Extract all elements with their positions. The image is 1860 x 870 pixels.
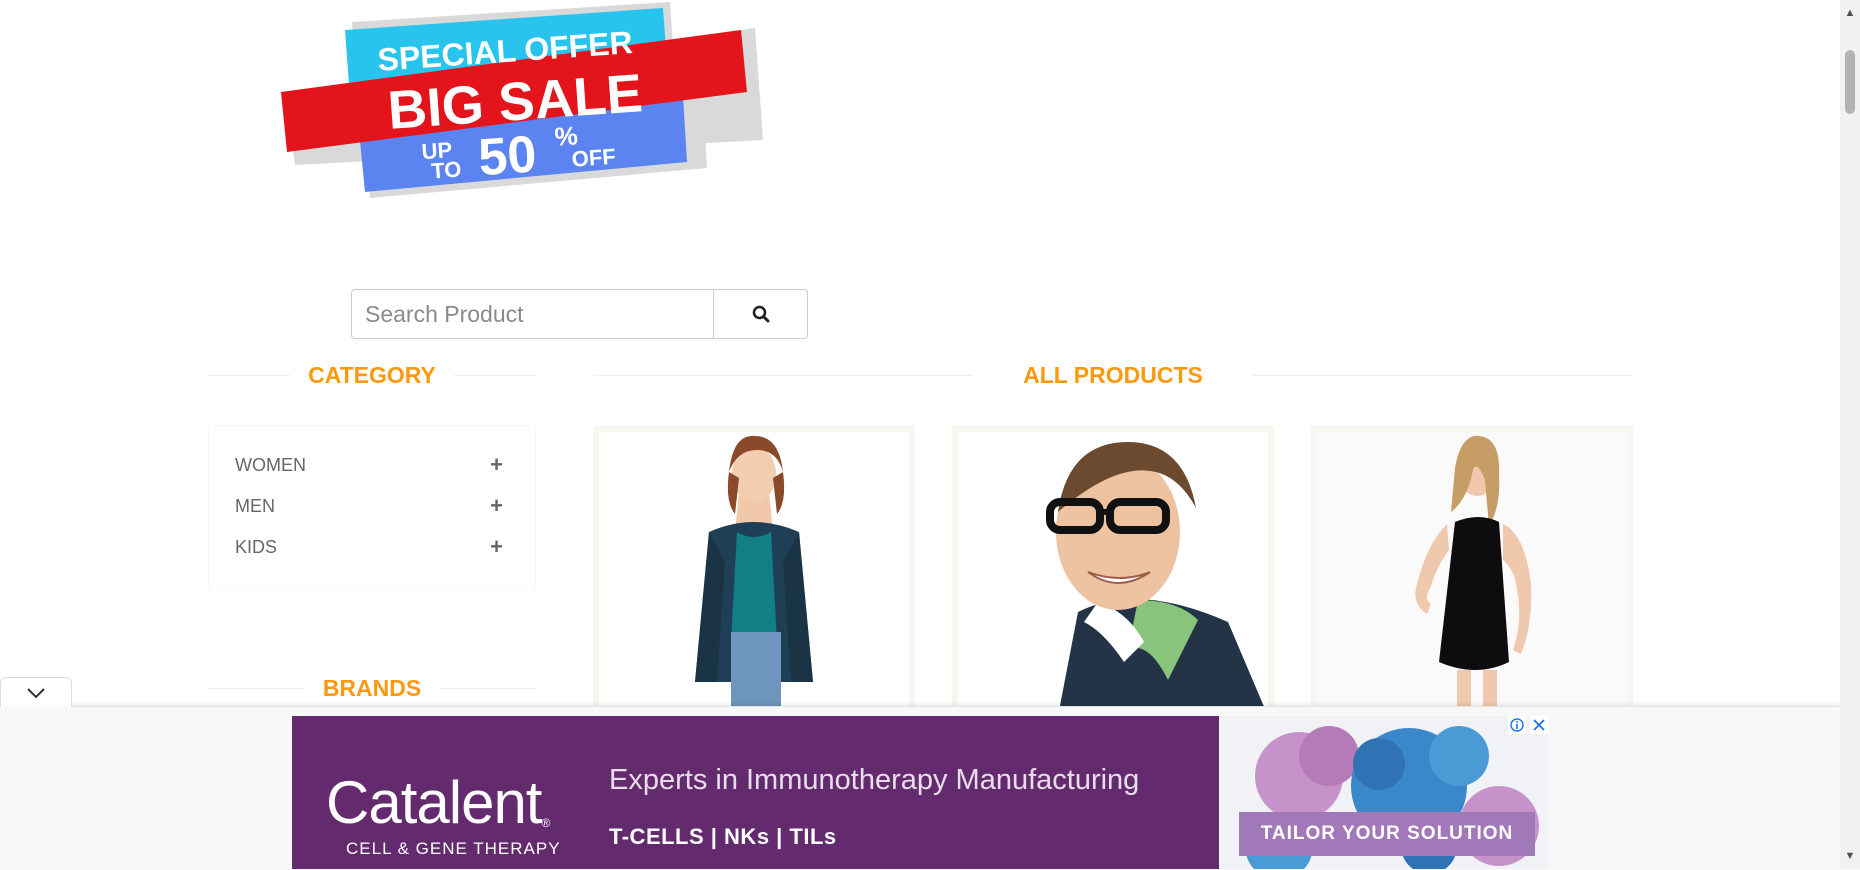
divider (1252, 374, 1633, 376)
ad-collapse-button[interactable] (0, 677, 72, 707)
divider (453, 374, 536, 376)
product-card[interactable] (593, 426, 915, 716)
ad-cta-button[interactable]: TAILOR YOUR SOLUTION (1239, 812, 1535, 856)
divider (593, 374, 974, 376)
ad-tags: T-CELLS | NKs | TILs (609, 824, 837, 849)
info-icon[interactable] (1508, 716, 1526, 734)
product-card[interactable] (1311, 426, 1633, 716)
ad-brand-tm: ® (541, 816, 551, 830)
promo-banner: SPECIAL OFFER BIG SALE UP TO 50 % OFF (275, 0, 765, 210)
divider (208, 374, 291, 376)
plus-icon[interactable]: + (490, 454, 503, 476)
divider (439, 687, 537, 689)
category-item-women[interactable]: WOMEN + (235, 450, 503, 480)
scrollbar[interactable]: ▲ ▼ (1840, 0, 1860, 869)
scroll-up-arrow-icon[interactable]: ▲ (1840, 4, 1860, 22)
search-bar (351, 289, 808, 339)
category-title: CATEGORY (308, 361, 436, 388)
scroll-down-arrow-icon[interactable]: ▼ (1840, 847, 1860, 865)
product-card[interactable] (952, 426, 1274, 716)
plus-icon[interactable]: + (490, 536, 503, 558)
promo-number: 50 (477, 125, 539, 187)
ad-brand-sub: CELL & GENE THERAPY (346, 839, 561, 858)
category-item-kids[interactable]: KIDS + (235, 532, 503, 562)
category-item-label: KIDS (235, 536, 278, 557)
product-image[interactable] (958, 432, 1268, 716)
category-item-label: MEN (235, 495, 275, 516)
search-input[interactable] (351, 289, 716, 339)
divider (208, 687, 305, 689)
category-item-label: WOMEN (235, 454, 306, 475)
promo-to: TO (430, 157, 462, 184)
scrollbar-thumb[interactable] (1845, 50, 1855, 114)
promo-off: OFF (571, 144, 617, 172)
category-item-men[interactable]: MEN + (235, 491, 503, 521)
brands-title: BRANDS (322, 674, 422, 701)
ad-brand: Catalent® CELL & GENE THERAPY (326, 768, 561, 859)
close-icon[interactable] (1530, 716, 1548, 734)
plus-icon[interactable]: + (490, 495, 503, 517)
ad-headline: Experts in Immunotherapy Manufacturing (609, 764, 1140, 796)
product-image[interactable] (1317, 432, 1627, 716)
category-title-row: CATEGORY (208, 360, 536, 390)
category-panel: WOMEN + MEN + KIDS + (208, 425, 536, 589)
products-title: ALL PRODUCTS (1023, 361, 1203, 388)
products-title-row: ALL PRODUCTS (593, 360, 1633, 390)
chevron-down-icon (27, 687, 45, 698)
ad-brand-name: Catalent (326, 769, 542, 836)
brands-title-row: BRANDS (208, 673, 537, 703)
product-image[interactable] (599, 432, 909, 716)
search-button[interactable] (713, 289, 808, 339)
search-icon (752, 305, 769, 323)
